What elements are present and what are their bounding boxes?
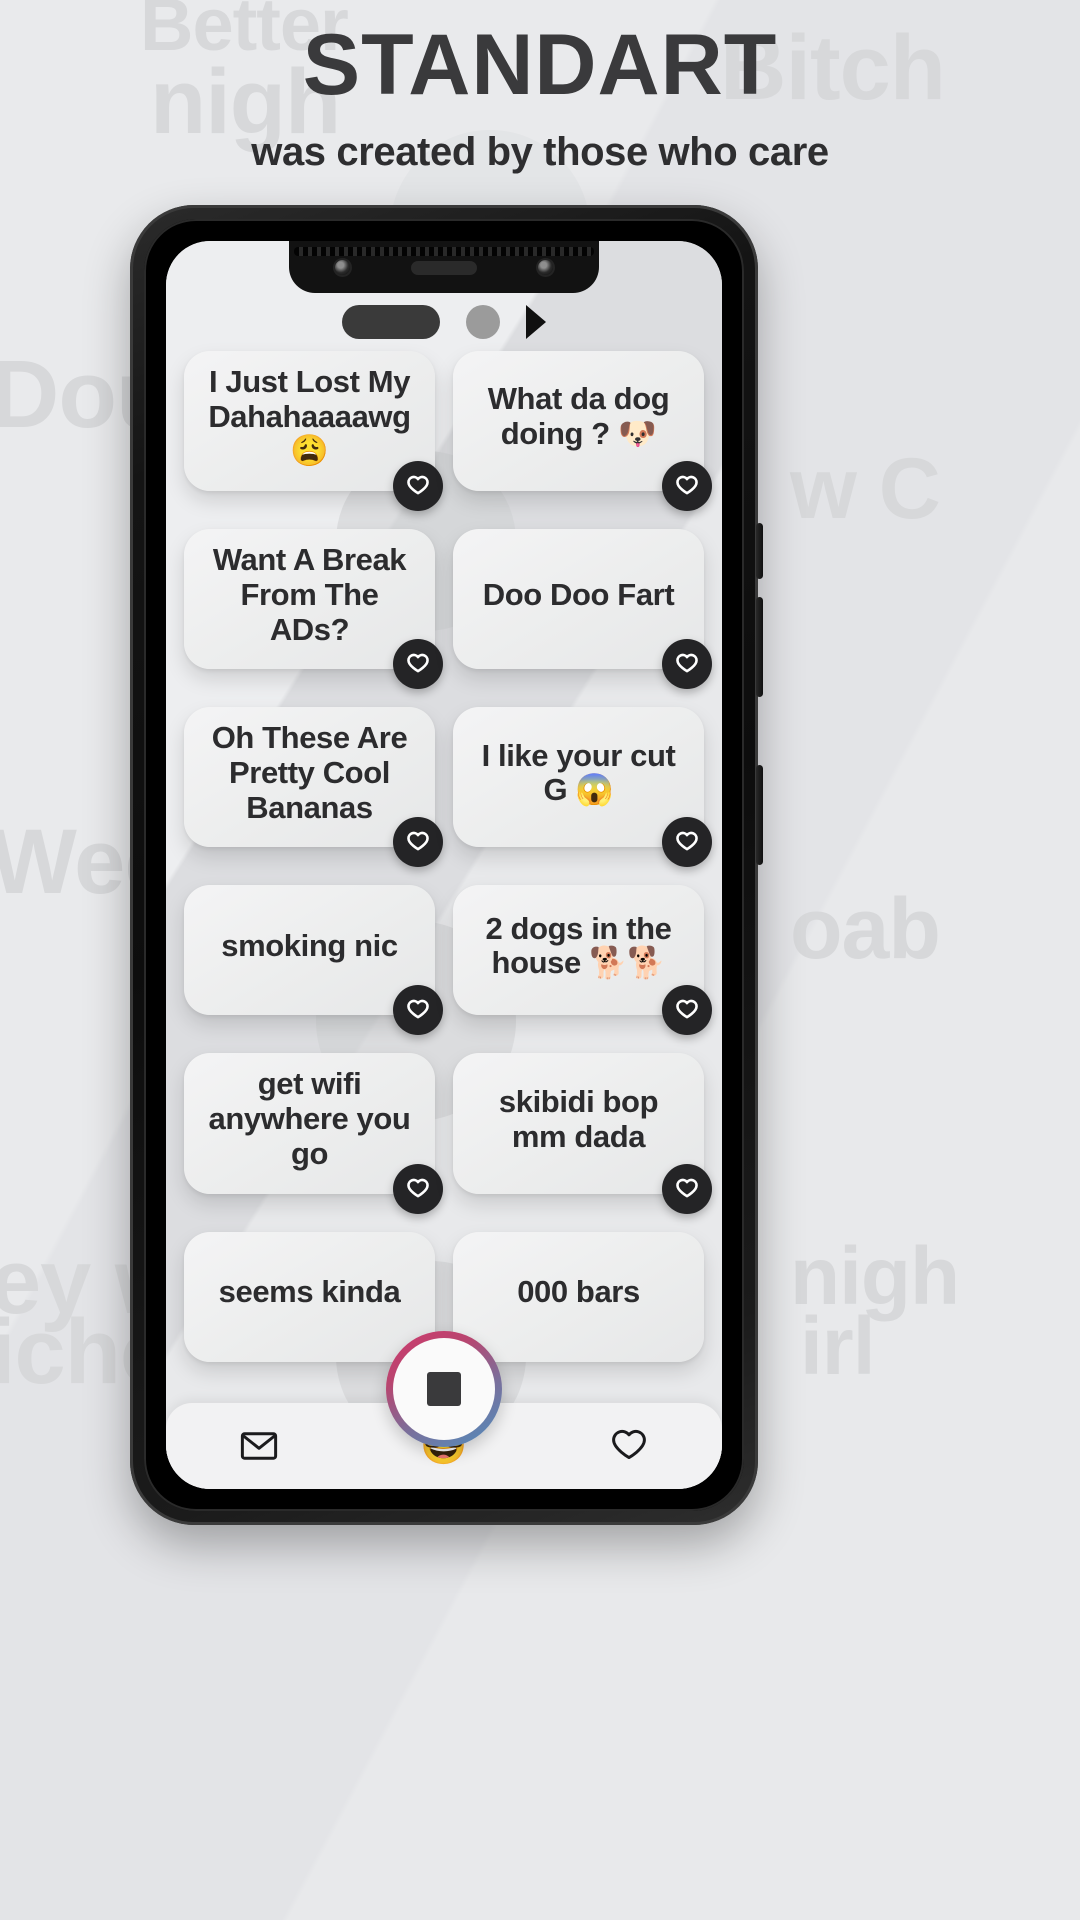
sticker-grid: I Just Lost My Dahahaaaawg 😩 What da dog… (166, 351, 722, 1489)
screen-top-controls (166, 293, 722, 351)
sticker-card[interactable]: skibidi bop mm dada (453, 1053, 712, 1214)
phone-volume-button[interactable] (756, 597, 763, 697)
sticker-label: skibidi bop mm dada (498, 1083, 659, 1154)
record-stop-button[interactable] (386, 1331, 502, 1447)
sticker-card[interactable]: I Just Lost My Dahahaaaawg 😩 (184, 351, 443, 512)
heart-icon (407, 832, 429, 851)
play-triangle-icon[interactable] (526, 305, 546, 339)
phone-bezel: I Just Lost My Dahahaaaawg 😩 What da dog… (144, 219, 744, 1511)
sticker-card[interactable]: 2 dogs in the house 🐕🐕 (453, 885, 712, 1036)
sticker-card[interactable]: seems kinda (184, 1231, 435, 1362)
sticker-card[interactable]: What da dog doing ? 🐶 (453, 351, 712, 512)
speaker-slot (411, 261, 477, 275)
heart-icon (407, 1000, 429, 1019)
heart-icon (407, 654, 429, 673)
heart-icon (676, 1000, 698, 1019)
like-button[interactable] (662, 639, 712, 690)
phone-power-button[interactable] (756, 765, 763, 865)
page-title: STANDART (302, 17, 778, 113)
sticker-label: smoking nic (221, 928, 398, 964)
sticker-card[interactable]: Want A Break From The ADs? (184, 529, 443, 690)
sticker-label: I Just Lost My Dahahaaaawg 😩 (208, 364, 411, 469)
sticker-card[interactable]: Doo Doo Fart (453, 529, 712, 690)
heart-icon (676, 475, 698, 495)
like-button[interactable] (662, 985, 712, 1036)
phone-mockup: I Just Lost My Dahahaaaawg 😩 What da dog… (130, 205, 763, 1525)
promo-header: STANDART was created by those who care (0, 0, 1080, 175)
sticker-card[interactable]: 000 bars (453, 1231, 704, 1362)
circle-control[interactable] (466, 305, 500, 339)
envelope-icon (240, 1432, 277, 1460)
sticker-label: 2 dogs in the house 🐕🐕 (485, 910, 672, 981)
like-button[interactable] (662, 817, 712, 868)
sticker-label: What da dog doing ? 🐶 (487, 381, 670, 452)
sticker-card[interactable]: smoking nic (184, 885, 443, 1036)
favorites-tab[interactable] (579, 1425, 679, 1467)
like-button[interactable] (393, 639, 443, 690)
heart-icon (407, 475, 429, 495)
record-button-inner (393, 1338, 495, 1440)
sticker-label: 000 bars (517, 1274, 640, 1310)
like-button[interactable] (393, 817, 443, 868)
heart-icon (407, 1178, 429, 1198)
sticker-label: seems kinda (218, 1274, 401, 1310)
phone-screen: I Just Lost My Dahahaaaawg 😩 What da dog… (166, 241, 722, 1489)
heart-icon (676, 832, 698, 851)
sticker-card[interactable]: get wifi anywhere you go (184, 1053, 443, 1214)
sticker-label: get wifi anywhere you go (208, 1066, 411, 1171)
mail-tab[interactable] (209, 1425, 309, 1467)
sticker-card[interactable]: Oh These Are Pretty Cool Bananas (184, 707, 443, 868)
sticker-label: Doo Doo Fart (482, 576, 675, 612)
sticker-label: Want A Break From The ADs? (212, 542, 407, 647)
page-subtitle: was created by those who care (251, 130, 829, 174)
heart-icon (612, 1429, 647, 1460)
front-camera-icon (335, 260, 350, 275)
phone-side-button[interactable] (756, 523, 763, 579)
sticker-label: Oh These Are Pretty Cool Bananas (211, 720, 408, 825)
earpiece-grille (294, 247, 594, 256)
stop-square-icon (427, 1372, 461, 1406)
pill-control[interactable] (342, 305, 440, 339)
heart-icon (676, 1178, 698, 1198)
depth-sensor-icon (538, 260, 553, 275)
like-button[interactable] (393, 461, 443, 512)
heart-icon (676, 654, 698, 673)
like-button[interactable] (662, 461, 712, 512)
like-button[interactable] (662, 1163, 712, 1214)
sticker-label: I like your cut G 😱 (481, 737, 676, 808)
sticker-card[interactable]: I like your cut G 😱 (453, 707, 712, 868)
like-button[interactable] (393, 985, 443, 1036)
like-button[interactable] (393, 1163, 443, 1214)
